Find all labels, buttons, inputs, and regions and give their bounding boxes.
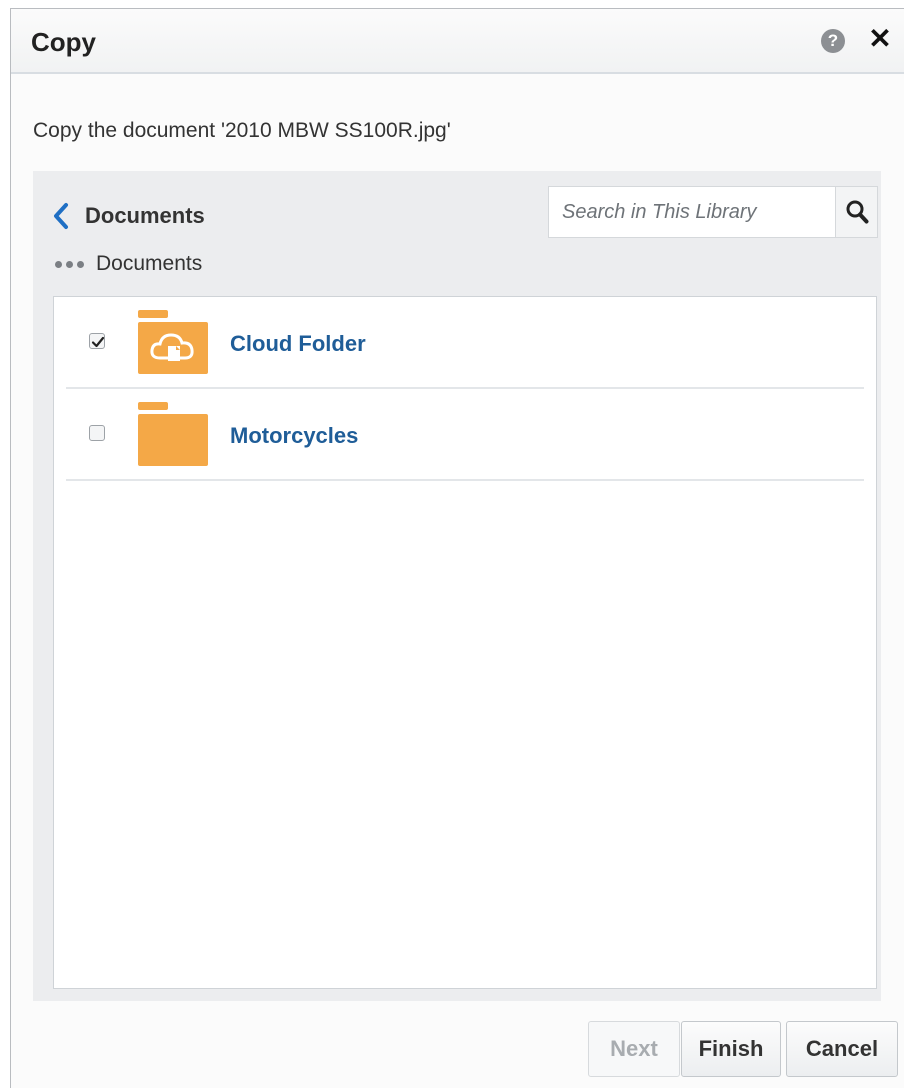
next-button[interactable]: Next <box>588 1021 680 1077</box>
back-chevron-icon[interactable] <box>51 201 71 231</box>
folder-icon <box>138 402 208 466</box>
breadcrumb: Documents <box>55 249 202 279</box>
row-checkbox[interactable] <box>89 425 105 441</box>
list-item-cloud-folder[interactable]: Cloud Folder <box>66 297 864 389</box>
close-icon[interactable]: ✕ <box>866 24 894 54</box>
dialog-description: Copy the document '2010 MBW SS100R.jpg' <box>33 119 451 142</box>
list-item-motorcycles[interactable]: Motorcycles <box>66 389 864 481</box>
row-checkbox[interactable] <box>89 333 105 349</box>
current-folder-title: Documents <box>85 203 205 228</box>
search-button[interactable] <box>835 187 877 237</box>
search-icon <box>846 200 869 224</box>
help-icon[interactable]: ? <box>821 29 845 53</box>
cloud-folder-icon <box>138 310 208 374</box>
folder-name-link[interactable]: Cloud Folder <box>230 331 366 357</box>
checkmark-icon <box>91 336 105 348</box>
breadcrumb-item[interactable]: Documents <box>96 252 202 276</box>
copy-dialog: Copy ? ✕ Copy the document '2010 MBW SS1… <box>10 8 904 1088</box>
folder-name-link[interactable]: Motorcycles <box>230 423 358 449</box>
dialog-title: Copy <box>31 27 96 57</box>
folder-list: Cloud Folder Motorcycles <box>53 296 877 989</box>
cancel-button[interactable]: Cancel <box>786 1021 898 1077</box>
dialog-titlebar: Copy ? ✕ <box>11 9 904 74</box>
folder-browser-panel: Documents Documents <box>33 171 881 1001</box>
search-input[interactable] <box>549 187 837 237</box>
search-box <box>548 186 878 238</box>
more-dots-icon[interactable] <box>55 260 84 268</box>
finish-button[interactable]: Finish <box>681 1021 781 1077</box>
